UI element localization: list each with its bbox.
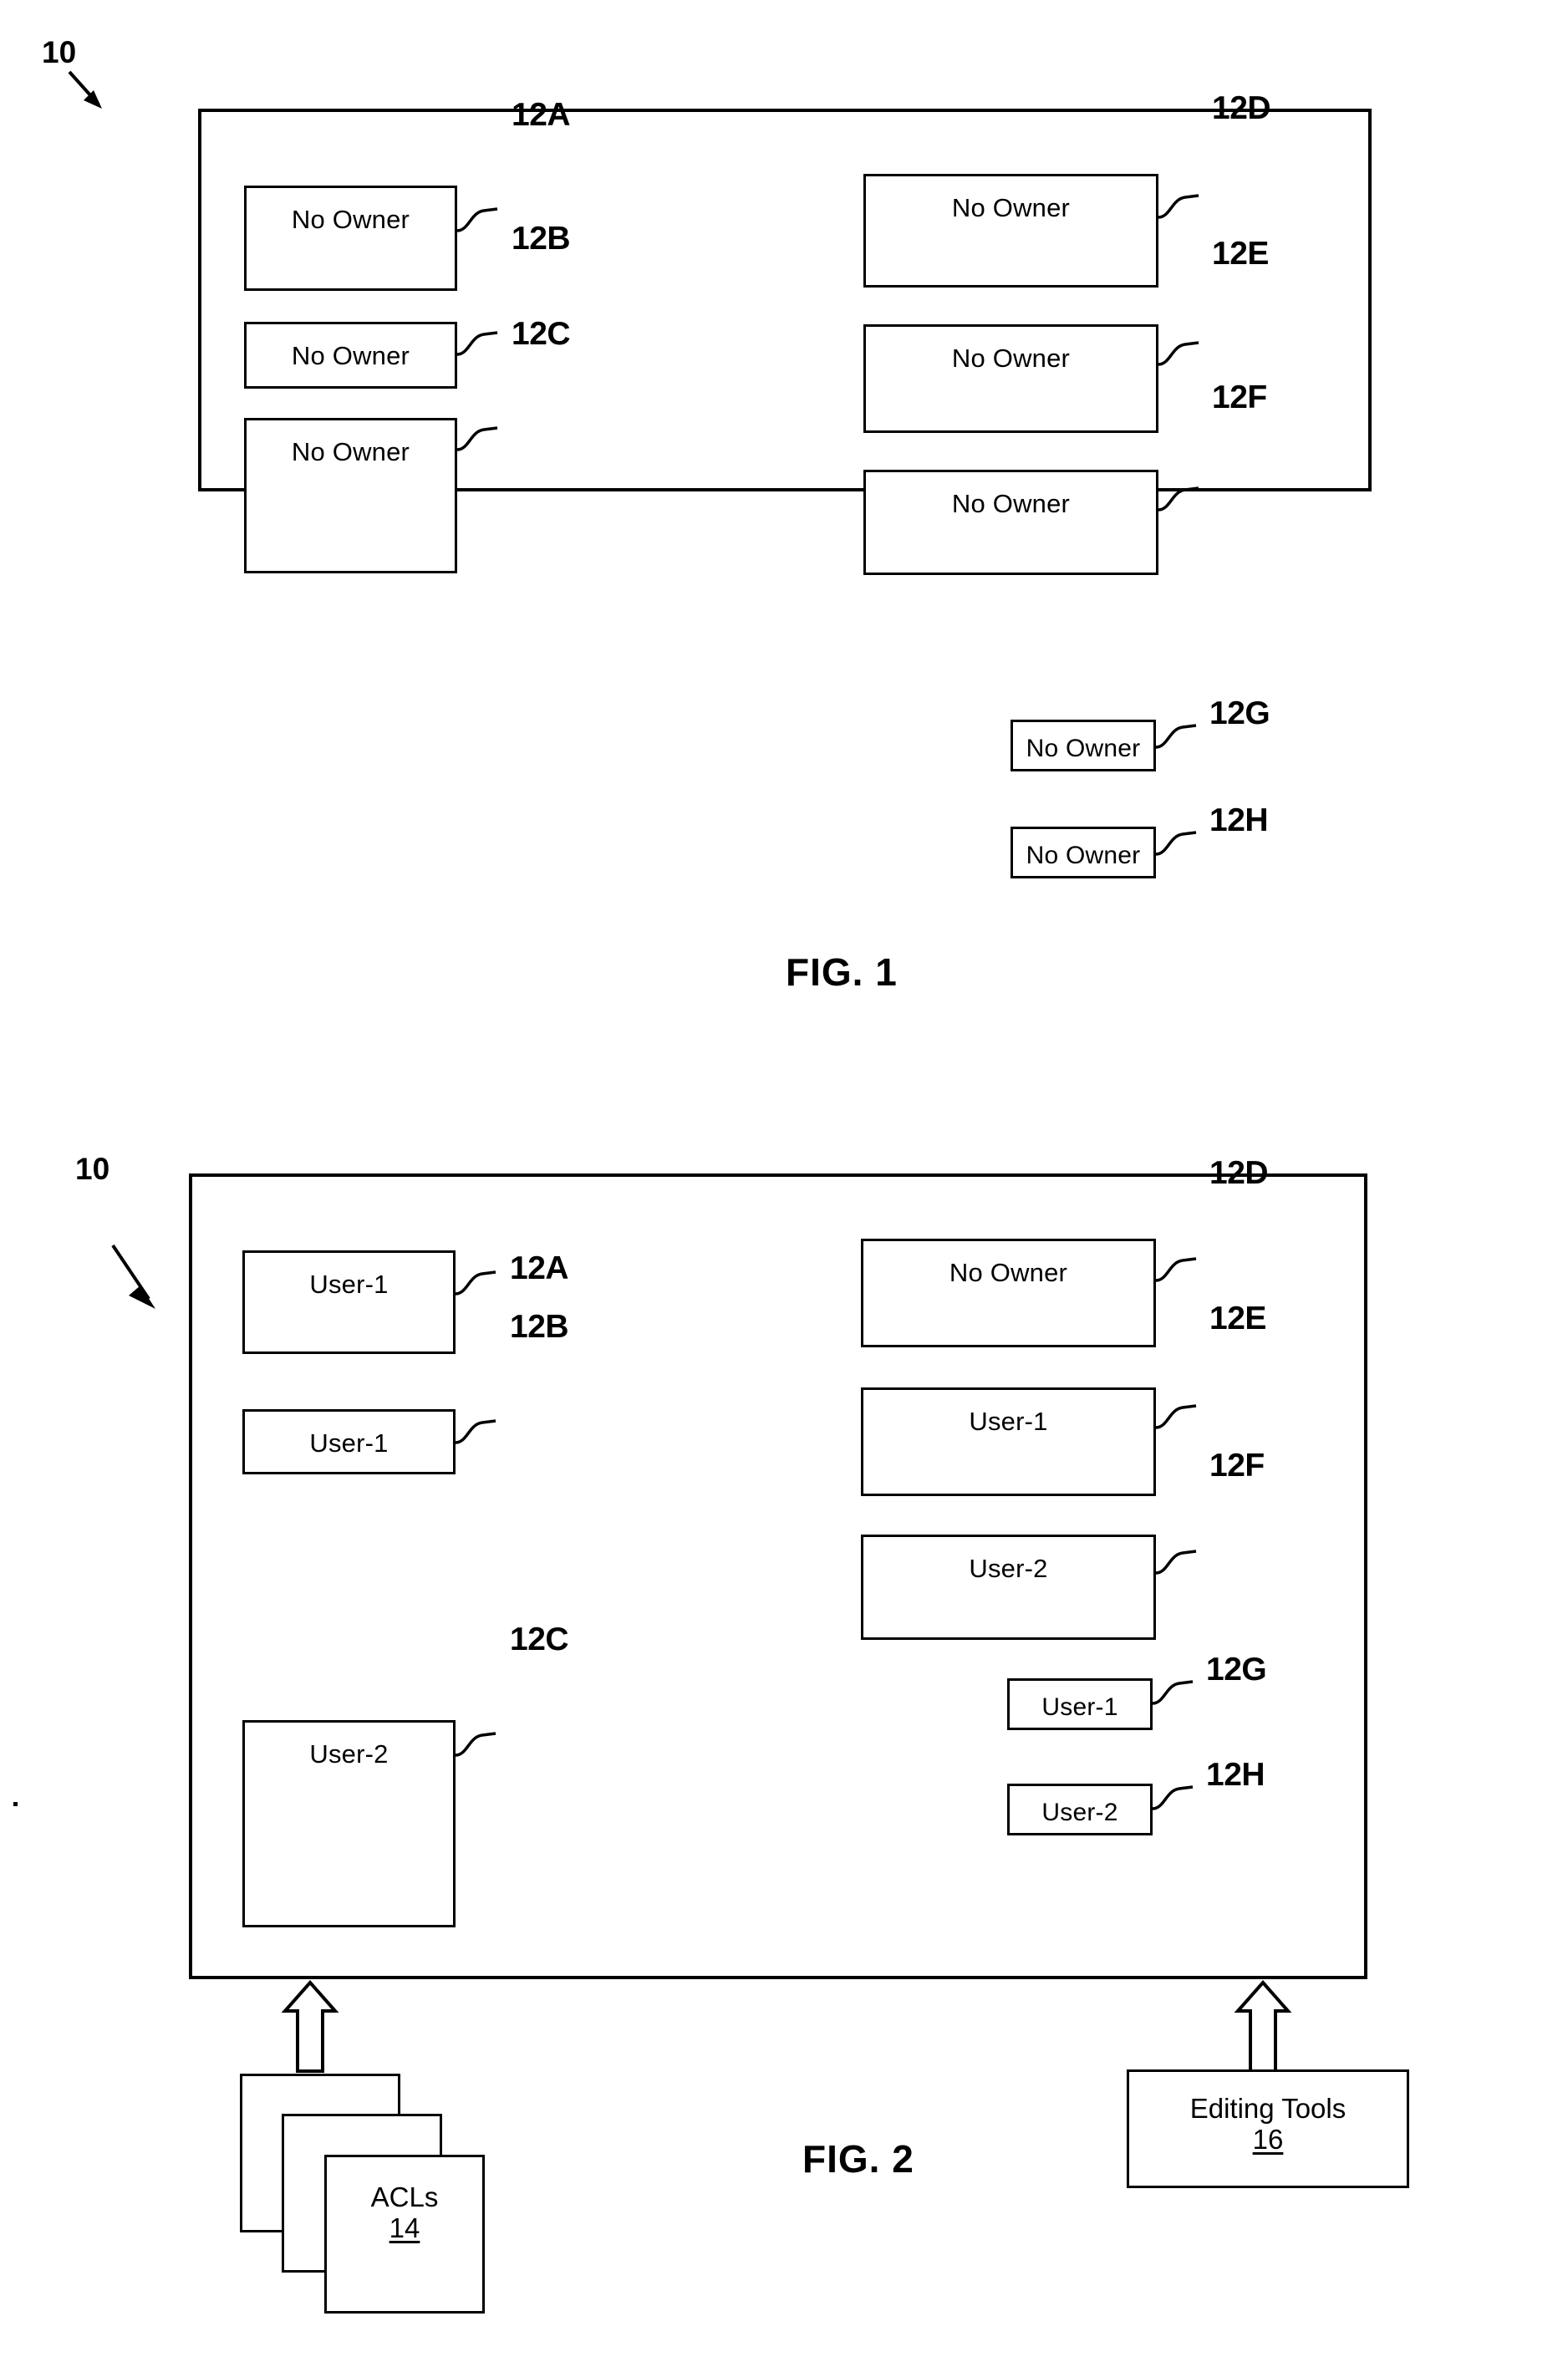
editing-tools-title: Editing Tools	[1189, 2093, 1347, 2124]
figure1-leader-12H	[1155, 831, 1197, 856]
figure2-ref-12H: 12H	[1206, 1757, 1265, 1793]
figure1-caption: FIG. 1	[786, 950, 898, 994]
figure2-box-12B-owner: User-1	[309, 1428, 389, 1458]
figure1-box-12D-owner: No Owner	[951, 193, 1071, 222]
figure2-box-12E-owner: User-1	[969, 1407, 1048, 1436]
figure2-frame-ref-label: 10	[75, 1152, 110, 1186]
figure2-box-12G[interactable]: User-1	[1007, 1678, 1153, 1730]
figure1-ref-12D: 12D	[1212, 90, 1271, 126]
figure1-ref-12F: 12F	[1212, 379, 1267, 415]
figure2-box-12H[interactable]: User-2	[1007, 1784, 1153, 1835]
figure1-ref-12G: 12G	[1209, 695, 1270, 731]
figure2-box-12G-owner: User-1	[1041, 1693, 1118, 1721]
figure2-box-12F-owner: User-2	[969, 1554, 1048, 1583]
figure1-box-12D[interactable]: No Owner	[863, 174, 1158, 288]
figure1-box-12A-owner: No Owner	[291, 205, 410, 234]
figure1-ref-12A: 12A	[512, 97, 571, 133]
figure1-frame-ref-arrow	[68, 70, 102, 109]
figure1-box-12F[interactable]: No Owner	[863, 470, 1158, 575]
figure1-box-12B[interactable]: No Owner	[244, 322, 457, 389]
figure2-ref-12A: 12A	[510, 1250, 569, 1286]
figure1-leader-12G	[1155, 724, 1197, 749]
figure1-box-12A[interactable]: No Owner	[244, 186, 457, 291]
figure2-ref-12D: 12D	[1209, 1155, 1269, 1191]
figure1-ref-12B: 12B	[512, 221, 571, 257]
figure2-ref-12G: 12G	[1206, 1652, 1267, 1688]
figure1-box-12H-owner: No Owner	[1026, 842, 1141, 869]
figure2-ref-12B: 12B	[510, 1309, 569, 1345]
figure2-ref-12C: 12C	[510, 1621, 569, 1657]
figure2-box-12B[interactable]: User-1	[242, 1409, 456, 1474]
figure2-box-12F[interactable]: User-2	[861, 1535, 1156, 1640]
figure1-box-12C[interactable]: No Owner	[244, 418, 457, 573]
acls-ref: 14	[389, 2212, 420, 2243]
figure1-box-12E[interactable]: No Owner	[863, 324, 1158, 433]
figure1-box-12C-owner: No Owner	[291, 437, 410, 466]
figure1-ref-12E: 12E	[1212, 236, 1269, 272]
figure1-frame-ref-label: 10	[42, 35, 77, 69]
figure1-box-12F-owner: No Owner	[951, 489, 1071, 518]
figure1-box-12H[interactable]: No Owner	[1011, 827, 1156, 878]
figure2-ref-12E: 12E	[1209, 1301, 1266, 1336]
figure1-box-12G-owner: No Owner	[1026, 735, 1141, 762]
acls-title: ACLs	[370, 2181, 439, 2212]
figure2-box-12H-owner: User-2	[1041, 1799, 1118, 1826]
editing-tools-block-arrow-icon	[1234, 1979, 1292, 2073]
figure2-box-12C[interactable]: User-2	[242, 1720, 456, 1927]
figure2-ref-12F: 12F	[1209, 1448, 1265, 1484]
editing-tools-ref: 16	[1252, 2123, 1284, 2155]
figure2-box-12A-owner: User-1	[309, 1270, 389, 1299]
figure1-box-12G[interactable]: No Owner	[1011, 720, 1156, 771]
figure2-box-12D[interactable]: No Owner	[861, 1239, 1156, 1347]
figure2-box-12C-owner: User-2	[309, 1739, 389, 1769]
figure2-box-12E[interactable]: User-1	[861, 1387, 1156, 1496]
acls-block-arrow-icon	[281, 1979, 339, 2073]
figure1-ref-12C: 12C	[512, 316, 571, 352]
scan-artifact-speck	[13, 1802, 18, 1806]
figure1-ref-12H: 12H	[1209, 802, 1269, 838]
figure2-caption: FIG. 2	[802, 2137, 914, 2181]
figure1-box-12E-owner: No Owner	[951, 344, 1071, 373]
patent-drawing-sheet: 10 No Owner 12A No Owner 12B No Owner 12…	[0, 0, 1568, 2362]
figure2-box-12A[interactable]: User-1	[242, 1250, 456, 1354]
editing-tools-box[interactable]: Editing Tools 16	[1127, 2069, 1409, 2188]
figure1-box-12B-owner: No Owner	[291, 341, 410, 370]
figure2-box-12D-owner: No Owner	[949, 1258, 1068, 1287]
acls-box[interactable]: ACLs 14	[324, 2155, 485, 2314]
